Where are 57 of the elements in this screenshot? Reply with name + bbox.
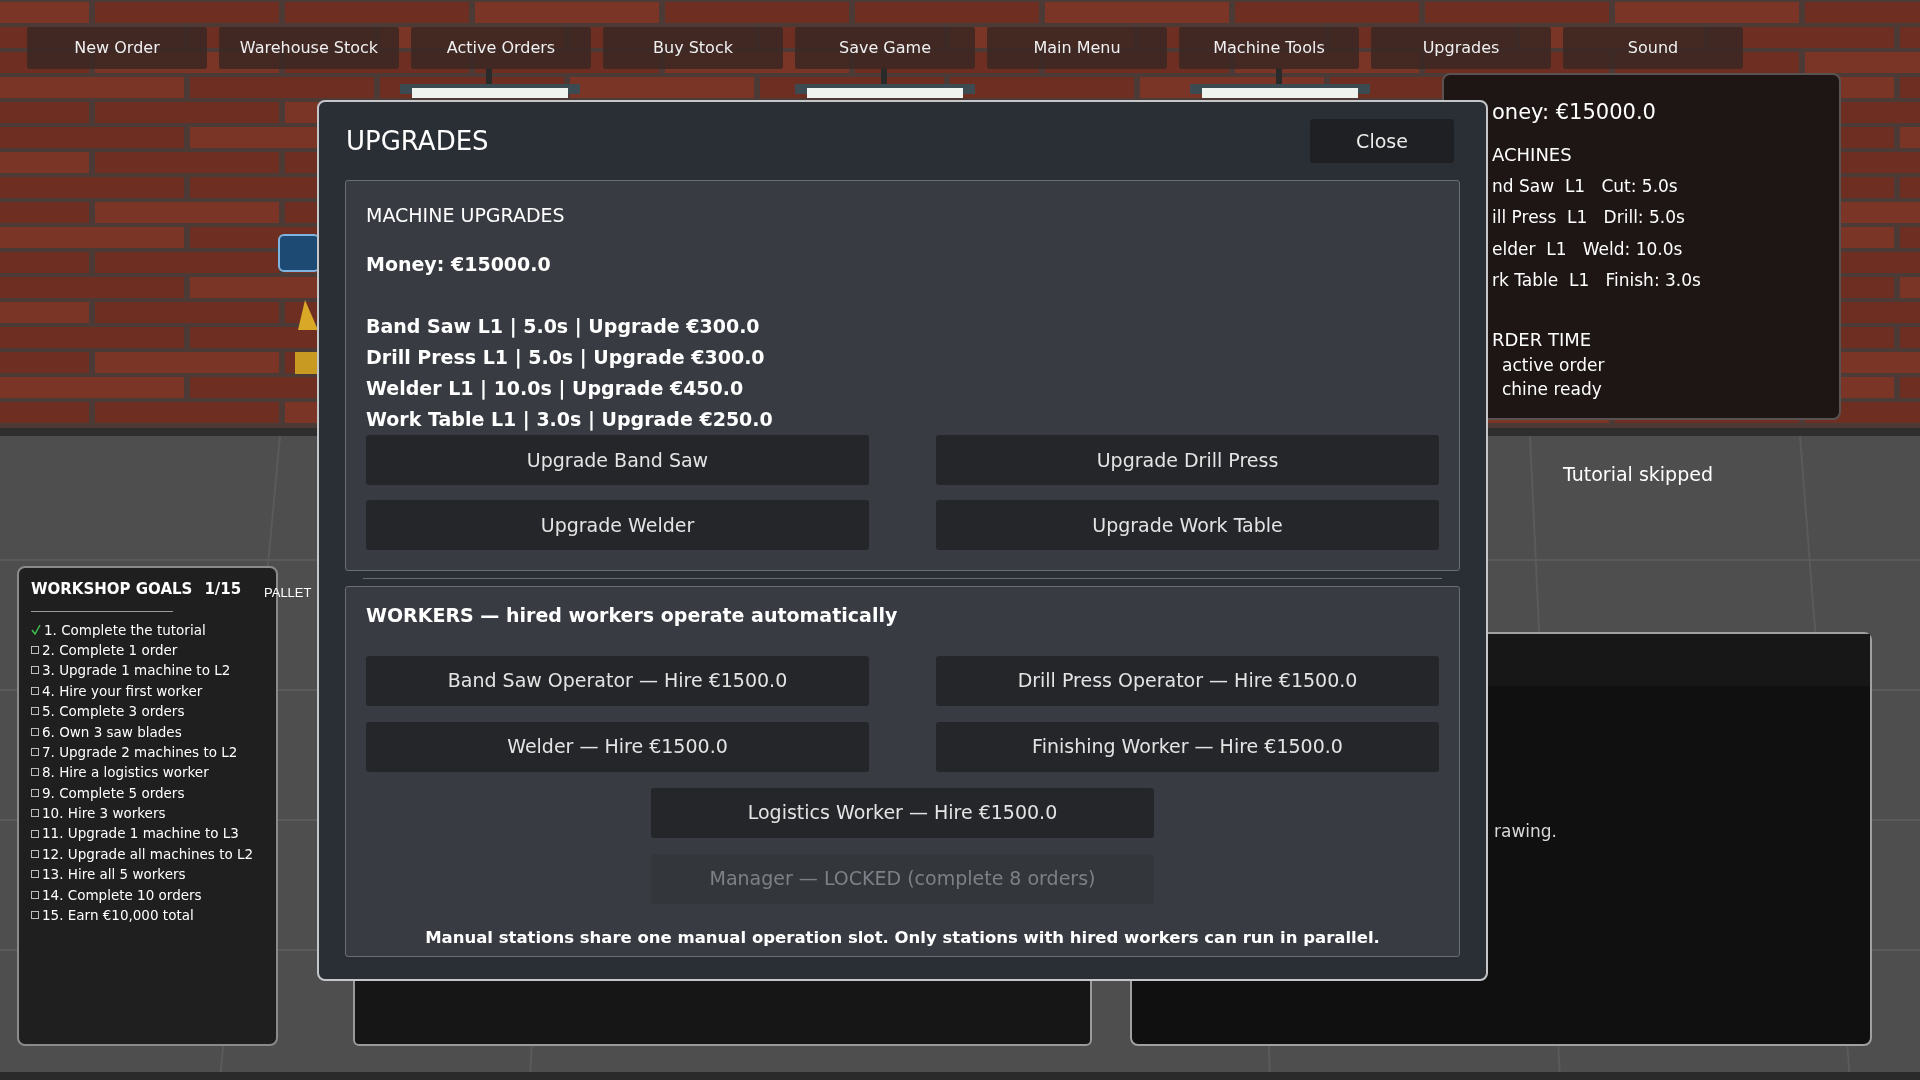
money-text: oney: €15000.0 bbox=[1492, 99, 1657, 126]
goals-title: WORKSHOP GOALS bbox=[31, 579, 193, 600]
goal-text: 15. Earn €10,000 total bbox=[42, 906, 194, 926]
upgrade-button[interactable]: Finishing Worker — Hire €1500.0 bbox=[936, 721, 1439, 772]
section-heading: MACHINE UPGRADES bbox=[366, 203, 566, 228]
toolbar-button[interactable]: Active Orders bbox=[411, 27, 591, 69]
goal-text: 12. Upgrade all machines to L2 bbox=[42, 844, 254, 864]
goal-text: 6. Own 3 saw blades bbox=[42, 722, 182, 742]
machine-upgrade-text: Band Saw L1 | 5.0s | Upgrade €300.0 bbox=[366, 314, 761, 338]
goal-text: 14. Complete 10 orders bbox=[42, 885, 202, 905]
toolbar-button[interactable]: Upgrades bbox=[1371, 27, 1551, 69]
machine-stat-text: rk Table L1 Finish: 3.0s bbox=[1492, 269, 1702, 292]
goal-text: 3. Upgrade 1 machine to L2 bbox=[42, 661, 231, 681]
goal-text: 13. Hire all 5 workers bbox=[42, 865, 186, 885]
order-status-text: active order bbox=[1501, 353, 1606, 377]
goal-text: 2. Complete 1 order bbox=[42, 640, 178, 660]
goal-text: 1. Complete the tutorial bbox=[44, 620, 206, 640]
toolbar-button[interactable]: New Order bbox=[27, 27, 207, 69]
goal-text: 8. Hire a logistics worker bbox=[42, 763, 209, 783]
upgrade-button[interactable]: Logistics Worker — Hire €1500.0 bbox=[651, 787, 1154, 838]
status-text: Tutorial skipped bbox=[1563, 462, 1713, 487]
machine-upgrade-text: Welder L1 | 10.0s | Upgrade €450.0 bbox=[366, 376, 745, 400]
note-text: Manual stations share one manual operation slot. Only stations with hired workers can run in parallel. bbox=[424, 926, 1381, 949]
machine-upgrade-text: Work Table L1 | 3.0s | Upgrade €250.0 bbox=[366, 407, 774, 431]
order-status-text: chine ready bbox=[1501, 377, 1603, 401]
goal-text: 10. Hire 3 workers bbox=[42, 804, 166, 824]
goal-text: 9. Complete 5 orders bbox=[42, 783, 185, 803]
section-heading: WORKERS — hired workers operate automatically bbox=[366, 603, 899, 628]
machine-stat-text: elder L1 Weld: 10.0s bbox=[1492, 237, 1684, 261]
toolbar-button[interactable]: Machine Tools bbox=[1179, 27, 1359, 69]
upgrade-button[interactable]: Band Saw Operator — Hire €1500.0 bbox=[366, 655, 869, 706]
machine-stat-text: ill Press L1 Drill: 5.0s bbox=[1492, 206, 1686, 229]
goal-text: 7. Upgrade 2 machines to L2 bbox=[42, 742, 238, 762]
goal-text: 5. Complete 3 orders bbox=[42, 702, 185, 722]
goal-text: 4. Hire your first worker bbox=[42, 681, 203, 701]
toolbar-button[interactable]: Warehouse Stock bbox=[219, 27, 399, 69]
machine-upgrade-text: Drill Press L1 | 5.0s | Upgrade €300.0 bbox=[366, 345, 766, 369]
upgrade-button[interactable]: Upgrade Band Saw bbox=[366, 435, 869, 485]
pallet-label: PALLET bbox=[264, 584, 312, 602]
upgrade-button[interactable]: Upgrade Drill Press bbox=[936, 435, 1439, 485]
dialog-title: UPGRADES bbox=[345, 124, 489, 158]
money-text: Money: €15000.0 bbox=[366, 251, 552, 277]
drawing-text: rawing. bbox=[1494, 820, 1557, 843]
machine-stat-text: nd Saw L1 Cut: 5.0s bbox=[1492, 174, 1679, 198]
goals-count: 1/15 bbox=[204, 579, 242, 600]
upgrade-button[interactable]: Drill Press Operator — Hire €1500.0 bbox=[936, 655, 1439, 706]
upgrade-button[interactable]: Welder — Hire €1500.0 bbox=[366, 721, 869, 772]
toolbar-button[interactable]: Save Game bbox=[795, 27, 975, 69]
close-button[interactable]: Close bbox=[1310, 119, 1454, 163]
section-heading: RDER TIME bbox=[1492, 327, 1593, 352]
toolbar-button[interactable]: Main Menu bbox=[987, 27, 1167, 69]
upgrade-button[interactable]: Upgrade Welder bbox=[366, 500, 869, 550]
goal-text: 11. Upgrade 1 machine to L3 bbox=[42, 824, 239, 844]
upgrade-button[interactable]: Upgrade Work Table bbox=[936, 500, 1439, 550]
toolbar-button[interactable]: Buy Stock bbox=[603, 27, 783, 69]
section-heading: ACHINES bbox=[1492, 142, 1573, 167]
toolbar-button[interactable]: Sound bbox=[1563, 27, 1743, 69]
